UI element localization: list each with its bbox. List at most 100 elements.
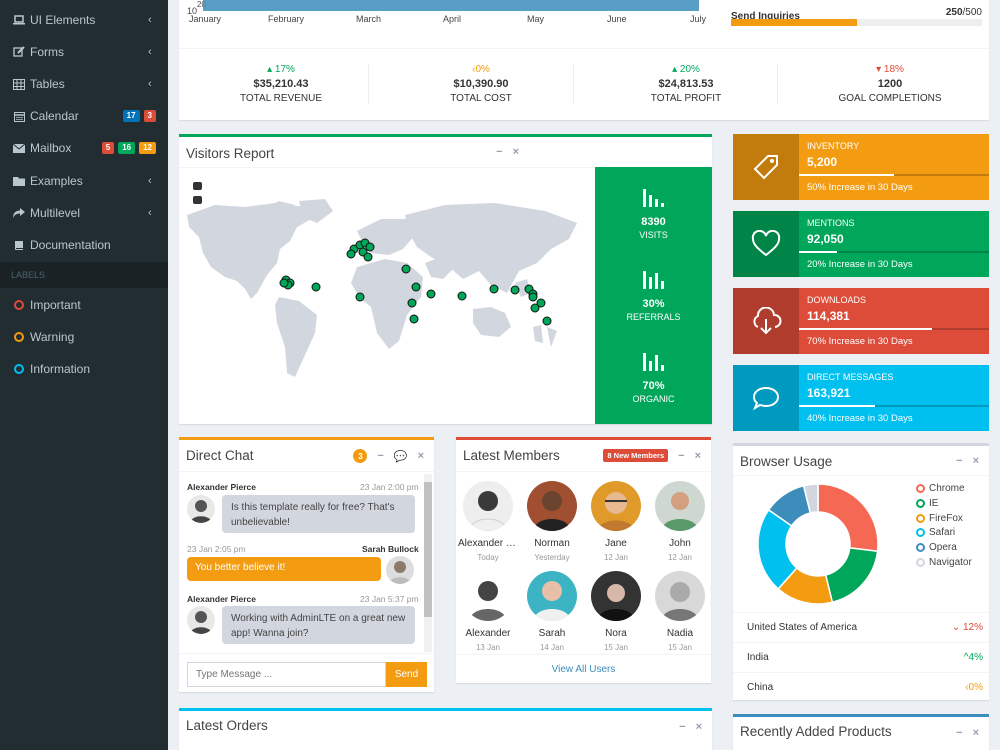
donut-slice-chrome[interactable] [817,483,879,553]
country-row[interactable]: India ^4% [747,652,983,663]
collapse-icon[interactable]: − [956,727,962,739]
chevron-left-icon: ‹ [148,78,152,90]
sidebar-item-ui-elements[interactable]: UI Elements ‹ [0,5,168,35]
collapse-icon[interactable]: − [496,146,502,158]
box-title: Direct Chat [186,448,254,463]
chat-count-badge: 3 [353,449,368,463]
country-row[interactable]: China ‹0% [747,682,983,693]
chat-message-input[interactable] [187,662,386,687]
collapse-icon[interactable]: − [956,455,962,467]
divider [777,64,778,104]
legend-label: Navigator [929,557,972,568]
sidebar-item-label: Multilevel [30,206,81,220]
sidebar-item-label: Examples [30,174,83,188]
chat-scrollbar[interactable] [424,474,432,652]
x-tick-may: May [527,14,545,24]
legend-swatch [916,499,925,508]
info-box-description: 70% Increase in 30 Days [807,336,913,347]
member-date: 12 Jan [667,553,693,562]
close-icon[interactable]: × [696,721,702,733]
divider [179,167,595,168]
sidebar-label-warning[interactable]: Warning [0,322,168,352]
mailbox-badge-green: 16 [118,142,136,154]
sidebar-item-documentation[interactable]: Documentation [0,230,168,260]
member-card[interactable]: Nadia 15 Jan [650,571,710,652]
info-box-title: DOWNLOADS [807,295,867,305]
zoom-in-button[interactable] [193,182,202,190]
sidebar-item-tables[interactable]: Tables ‹ [0,69,168,99]
member-card[interactable]: Alexander Pierce Today [458,481,518,562]
close-icon[interactable]: × [513,146,519,158]
world-map[interactable] [185,197,585,407]
latest-members-box: Latest Members 8 New Members − × Alexand… [456,437,711,683]
close-icon[interactable]: × [695,450,701,462]
legend-navigator[interactable]: Navigator [916,557,972,568]
legend-swatch [916,484,925,493]
member-card[interactable]: Jane 12 Jan [586,481,646,562]
member-date: 15 Jan [603,643,629,652]
divider [456,471,711,472]
info-box-title: DIRECT MESSAGES [807,372,894,382]
box-title: Latest Orders [186,718,268,733]
contacts-icon[interactable]: 💬 [394,450,408,463]
info-box-description: 50% Increase in 30 Days [807,182,913,193]
member-card[interactable]: Nora 15 Jan [586,571,646,652]
info-box-direct-messages: DIRECT MESSAGES 163,921 40% Increase in … [733,365,989,431]
goal-progress-bar [731,19,982,26]
send-button[interactable]: Send [386,662,427,687]
sidebar-item-multilevel[interactable]: Multilevel ‹ [0,198,168,228]
donut-slice-ie[interactable] [824,547,879,604]
member-card[interactable]: John 12 Jan [650,481,710,562]
sidebar-label-information[interactable]: Information [0,354,168,384]
sidebar-item-calendar[interactable]: Calendar 17 3 [0,101,168,131]
sidebar-item-forms[interactable]: Forms ‹ [0,37,168,67]
share-icon [13,207,25,219]
country-row[interactable]: United States of America ⌄ 12% [747,622,983,633]
collapse-icon[interactable]: − [377,450,383,462]
chat-message-bubble: Is this template really for free? That's… [222,495,415,533]
sidebar-item-examples[interactable]: Examples ‹ [0,166,168,196]
info-box-title: MENTIONS [807,218,855,228]
collapse-icon[interactable]: − [678,450,684,462]
close-icon[interactable]: × [973,727,979,739]
browser-donut-chart[interactable] [756,482,880,606]
divider [733,672,989,673]
info-box-downloads: DOWNLOADS 114,381 70% Increase in 30 Day… [733,288,989,354]
legend-safari[interactable]: Safari [916,527,955,538]
mailbox-badge-yellow: 12 [139,142,156,154]
member-date: Yesterday [534,553,570,562]
collapse-icon[interactable]: − [679,721,685,733]
sidebar-item-mailbox[interactable]: Mailbox 5 16 12 [0,133,168,163]
info-box-description: 40% Increase in 30 Days [807,413,913,424]
country-name: United States of America [747,622,858,633]
new-members-badge: 8 New Members [603,449,669,462]
member-card[interactable]: Alexander 13 Jan [458,571,518,652]
member-date: 14 Jan [539,643,565,652]
member-card[interactable]: Sarah 14 Jan [522,571,582,652]
folder-icon [13,175,25,187]
x-tick-january: January [189,14,222,24]
member-card[interactable]: Norman Yesterday [522,481,582,562]
member-name: Alexander [465,628,511,639]
chevron-left-icon: ‹ [148,46,152,58]
chevron-down-icon: ⌄ [951,622,961,633]
country-pct: 4% [968,652,983,663]
legend-firefox[interactable]: FireFox [916,513,963,524]
close-icon[interactable]: × [973,455,979,467]
info-box-progress [799,174,989,176]
legend-ie[interactable]: IE [916,498,938,509]
info-box-description: 20% Increase in 30 Days [807,259,913,270]
close-icon[interactable]: × [418,450,424,462]
legend-chrome[interactable]: Chrome [916,483,965,494]
avatar [187,606,215,634]
browser-usage-box: Browser Usage − × United States of Ameri… [733,443,989,700]
country-name: China [747,682,774,693]
legend-opera[interactable]: Opera [916,542,957,553]
view-all-users-link[interactable]: View All Users [456,664,711,675]
mailbox-badge-red: 5 [101,142,115,154]
sidebar-item-label: Calendar [30,109,79,123]
info-box-progress [799,328,989,330]
visits-stat: 8390 VISITS [595,187,712,240]
x-tick-june: June [607,14,627,24]
sidebar-label-important[interactable]: Important [0,290,168,320]
